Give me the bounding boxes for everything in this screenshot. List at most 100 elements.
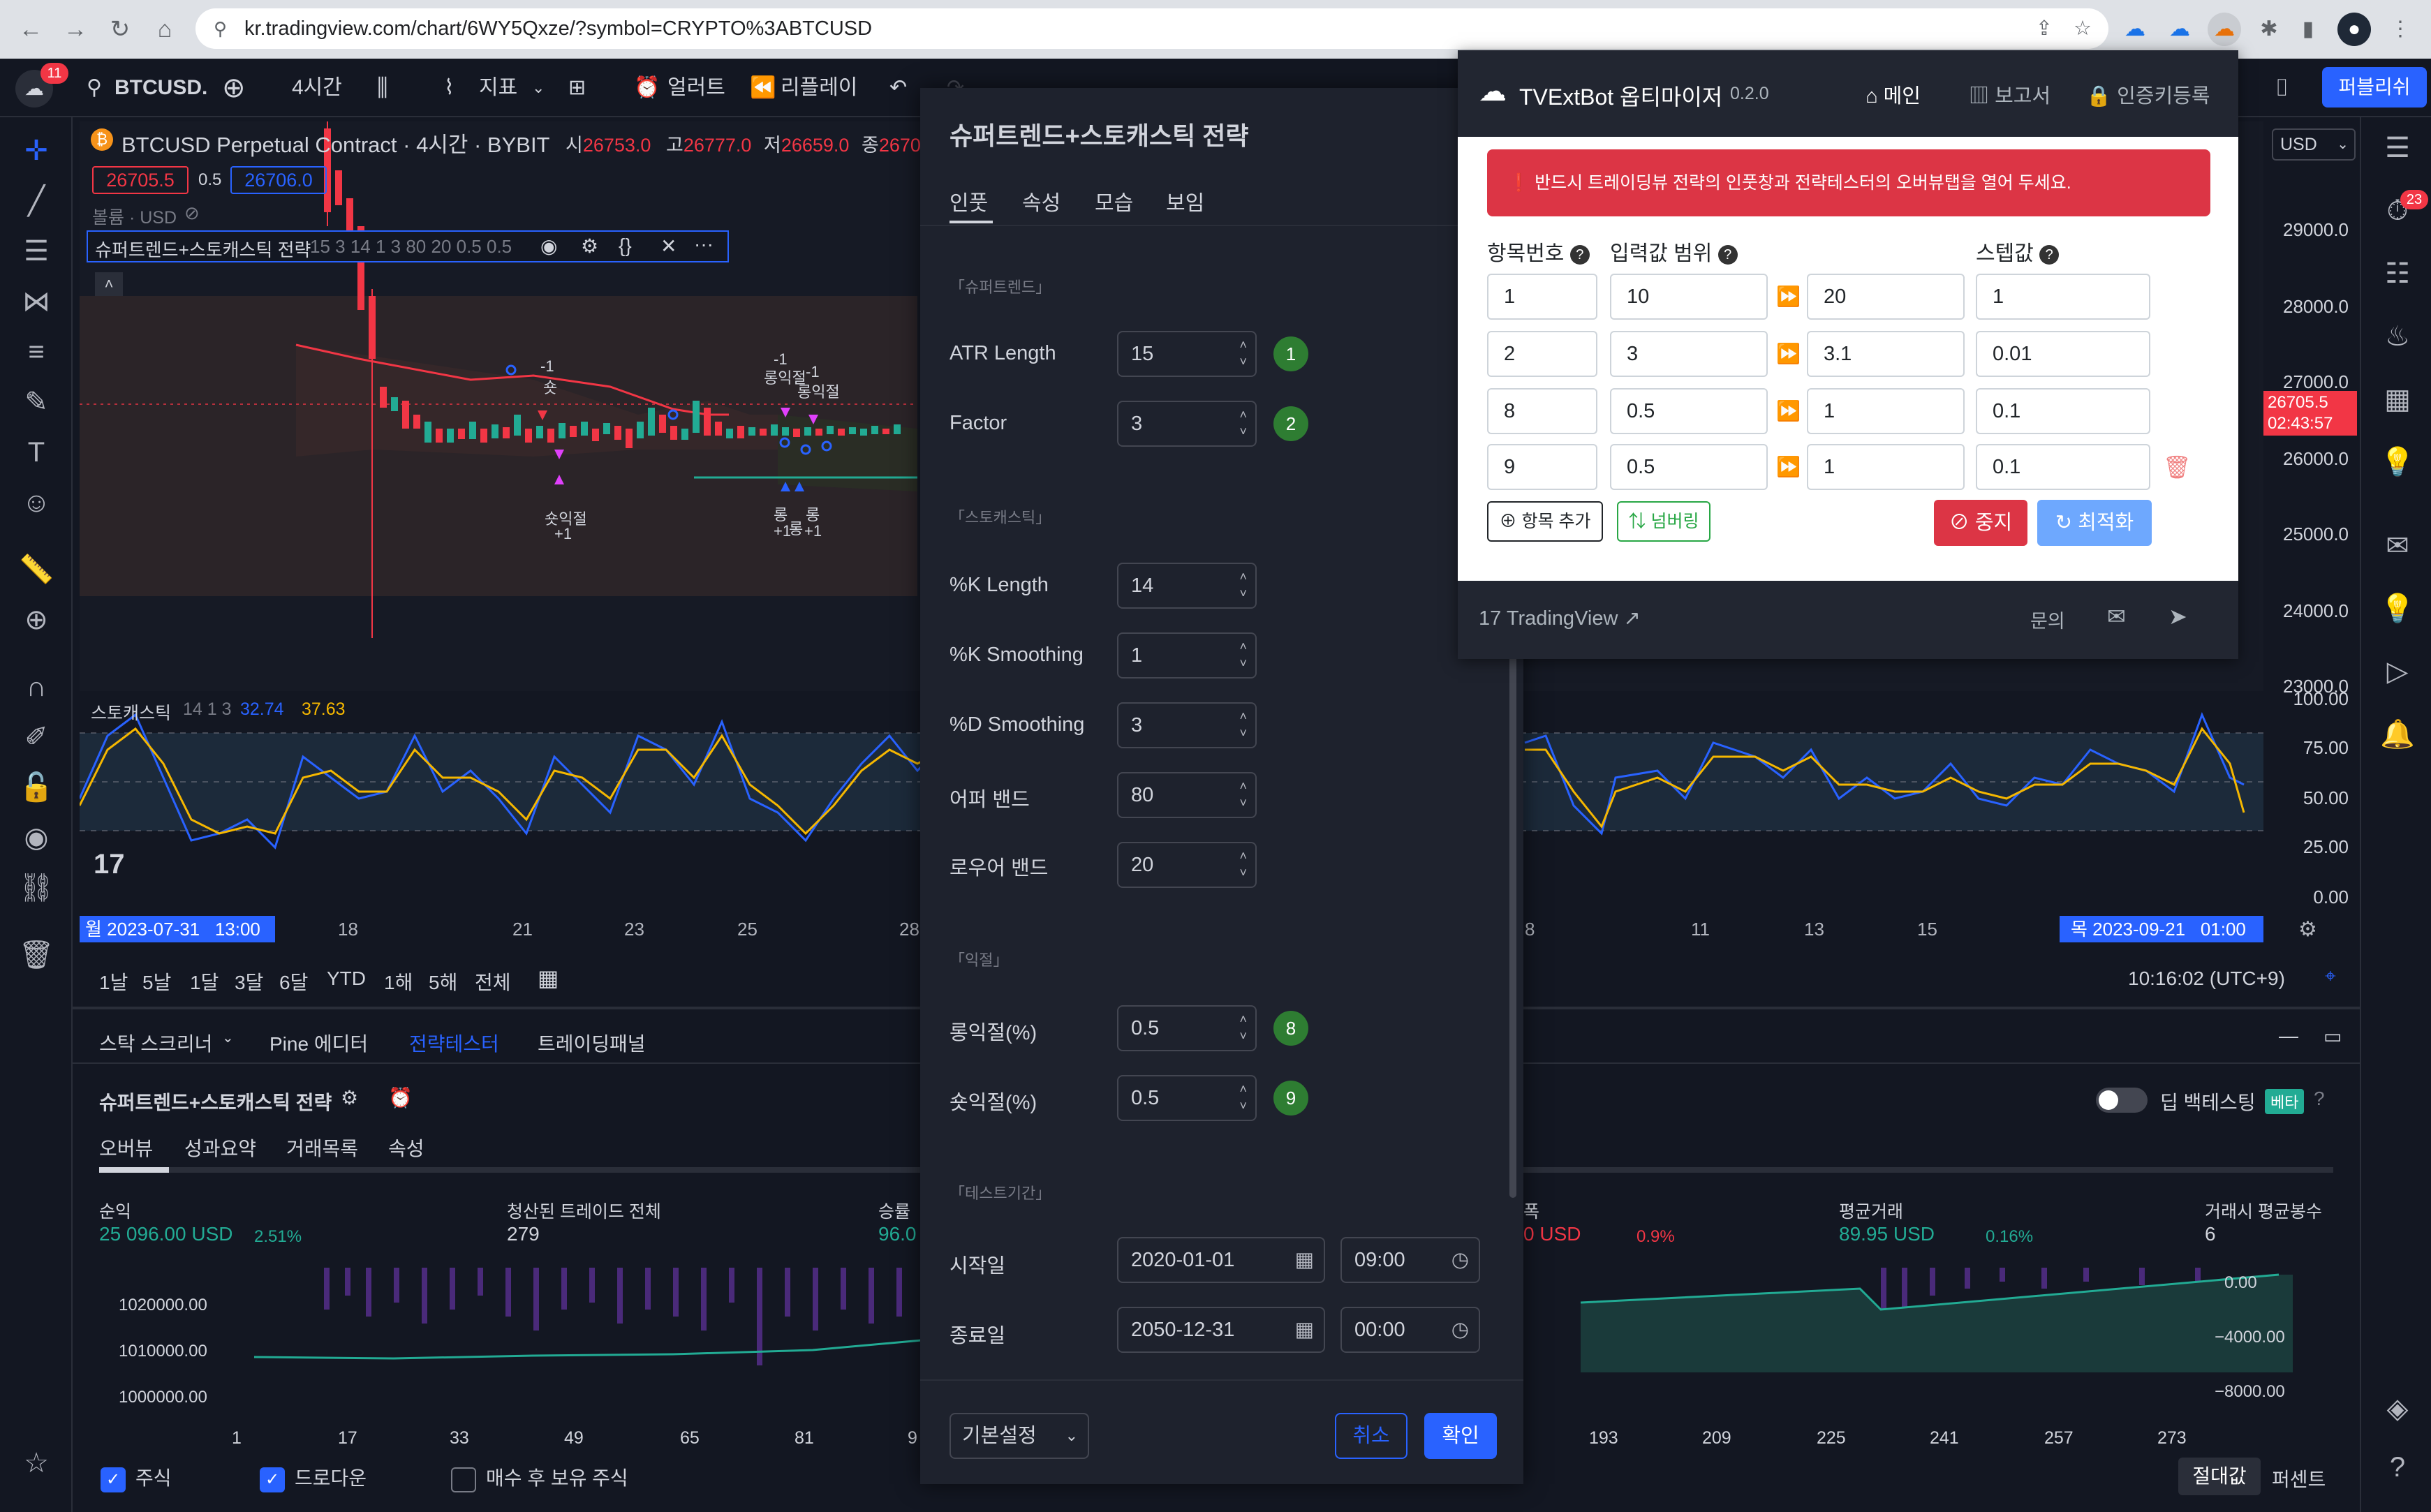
telegram-icon[interactable]: ➤ bbox=[2168, 603, 2187, 630]
data-window-icon[interactable]: ☷ bbox=[2377, 253, 2418, 295]
trash-icon[interactable]: 🗑 bbox=[17, 935, 56, 974]
end-date-input[interactable]: 2050-12-31 ▦ bbox=[1117, 1307, 1325, 1353]
range-1y[interactable]: 1해 bbox=[384, 968, 413, 995]
range-1m[interactable]: 1달 bbox=[190, 968, 219, 995]
strategy-settings-gear-icon-2[interactable]: ⚙ bbox=[341, 1086, 358, 1109]
end-time-input[interactable]: 00:00 ◷ bbox=[1340, 1307, 1480, 1353]
nav-main[interactable]: ⌂ 메인 bbox=[1865, 80, 1921, 109]
zoom-icon[interactable]: ⊕ bbox=[17, 600, 56, 639]
nav-license[interactable]: 🔒 인증키등록 bbox=[2086, 80, 2210, 109]
address-bar[interactable]: ⚲ kr.tradingview.com/chart/6WY5Qxze/?sym… bbox=[195, 8, 2108, 49]
link-icon[interactable]: ⛓ bbox=[17, 868, 56, 907]
eye-icon[interactable]: ◉ bbox=[17, 818, 56, 857]
tab-trading-panel[interactable]: 트레이딩패널 bbox=[538, 1029, 646, 1057]
deep-backtest-toggle[interactable] bbox=[2096, 1088, 2148, 1113]
adjust-icon[interactable]: ⌖ bbox=[2325, 965, 2336, 988]
range-5d[interactable]: 5날 bbox=[142, 968, 171, 995]
extension-cloud-icon-2[interactable]: ☁ bbox=[2163, 13, 2196, 46]
lock-icon[interactable]: 🔓 bbox=[17, 768, 56, 807]
ok-button[interactable]: 확인 bbox=[1424, 1413, 1497, 1459]
row3-step-input[interactable]: 0.1 bbox=[1976, 388, 2150, 434]
mail-icon[interactable]: ✉ bbox=[2107, 603, 2126, 630]
cancel-button[interactable]: 취소 bbox=[1335, 1413, 1407, 1459]
tab-stock-screener[interactable]: 스탁 스크리너 bbox=[99, 1029, 212, 1057]
row4-item-input[interactable]: 9 bbox=[1487, 444, 1597, 490]
screener-chevron-down-icon[interactable]: ⌄ bbox=[222, 1029, 234, 1046]
streams-play-icon[interactable]: ▷ bbox=[2377, 651, 2418, 692]
range-ytd[interactable]: YTD bbox=[327, 968, 366, 990]
row3-item-input[interactable]: 8 bbox=[1487, 388, 1597, 434]
strategy-more-icon[interactable]: ··· bbox=[694, 233, 714, 255]
alert-clock-icon[interactable]: ⏰ bbox=[634, 71, 660, 105]
layout-templates-icon[interactable]: ⊞ bbox=[568, 71, 586, 105]
indicators-button[interactable]: 지표 bbox=[479, 71, 517, 105]
subtab-properties[interactable]: 속성 bbox=[388, 1134, 424, 1162]
layers-icon[interactable]: ◈ bbox=[2377, 1388, 2418, 1430]
upper-band-input[interactable]: 80 ˄ ˅ bbox=[1117, 772, 1257, 818]
strategy-settings-gear-icon[interactable]: ⚙ bbox=[581, 235, 598, 258]
k-smoothing-input[interactable]: 1 ˄ ˅ bbox=[1117, 632, 1257, 679]
forward-icon[interactable]: → bbox=[56, 10, 95, 49]
menu-dots-icon[interactable]: ⋮ bbox=[2384, 13, 2417, 46]
delete-row-trash-icon[interactable]: 🗑 bbox=[2163, 454, 2192, 480]
row4-step-input[interactable]: 0.1 bbox=[1976, 444, 2150, 490]
emoji-icon[interactable]: ☺ bbox=[17, 483, 56, 522]
legend-buyhold-checkbox[interactable]: 매수 후 보유 주식 bbox=[451, 1463, 628, 1492]
absolute-value-button[interactable]: 절대값 bbox=[2178, 1458, 2261, 1495]
scale-settings-gear-icon[interactable]: ⚙ bbox=[2298, 917, 2317, 942]
extension-cloud-icon[interactable]: ☁ bbox=[2118, 13, 2152, 46]
k-length-input[interactable]: 14 ˄ ˅ bbox=[1117, 563, 1257, 609]
volume-hidden-eye-icon[interactable]: ⊘ bbox=[184, 202, 200, 224]
subtab-performance[interactable]: 성과요약 bbox=[184, 1134, 256, 1162]
currency-select[interactable]: USD ⌄ bbox=[2272, 128, 2356, 161]
stoch-legend-name[interactable]: 스토캐스틱 bbox=[91, 699, 171, 725]
stop-button[interactable]: ⊘ 중지 bbox=[1934, 500, 2027, 546]
range-1d[interactable]: 1날 bbox=[99, 968, 128, 995]
compare-add-icon[interactable]: ⊕ bbox=[222, 71, 246, 105]
strategy-source-code-icon[interactable]: {} bbox=[619, 235, 632, 257]
percent-button[interactable]: 퍼센트 bbox=[2272, 1465, 2326, 1492]
crosshair-icon[interactable]: ✛ bbox=[17, 131, 56, 170]
clock-icon[interactable]: ◷ bbox=[1451, 1308, 1469, 1351]
help-question-icon[interactable]: ? bbox=[2314, 1088, 2325, 1110]
row1-item-input[interactable]: 1 bbox=[1487, 274, 1597, 320]
undo-icon[interactable]: ↶ bbox=[889, 71, 907, 105]
range-5y[interactable]: 5해 bbox=[429, 968, 457, 995]
pencil-lock-icon[interactable]: ✐ bbox=[17, 718, 56, 757]
sidepanel-icon[interactable]: ▮ bbox=[2291, 13, 2325, 46]
extensions-puzzle-icon[interactable]: ✱ bbox=[2252, 13, 2286, 46]
row2-min-input[interactable]: 3 bbox=[1610, 331, 1768, 377]
optimize-button[interactable]: ↻ 최적화 bbox=[2037, 500, 2152, 546]
symbol-legend-title[interactable]: BTCUSD Perpetual Contract · 4시간 · BYBIT bbox=[121, 127, 550, 158]
strategy-remove-close-icon[interactable]: ✕ bbox=[660, 235, 677, 258]
start-time-input[interactable]: 09:00 ◷ bbox=[1340, 1237, 1480, 1283]
indicators-chart-icon[interactable]: ⌇ bbox=[444, 71, 455, 105]
back-icon[interactable]: ← bbox=[11, 10, 50, 49]
dialog-tab-style[interactable]: 모습 bbox=[1095, 186, 1133, 216]
range-6m[interactable]: 6달 bbox=[279, 968, 308, 995]
long-tp-input[interactable]: 0.5 ˄ ˅ bbox=[1117, 1005, 1257, 1051]
subtab-trades[interactable]: 거래목록 bbox=[286, 1134, 358, 1162]
clock-timezone[interactable]: 10:16:02 (UTC+9) bbox=[2128, 968, 2285, 990]
share-icon[interactable]: ⇪ bbox=[2036, 8, 2053, 49]
row3-max-input[interactable]: 1 bbox=[1807, 388, 1965, 434]
idea-streams-icon[interactable]: 💡 bbox=[2377, 588, 2418, 630]
strategy-legend-row[interactable]: 슈퍼트렌드+스토캐스틱 전략 15 3 14 1 3 80 20 0.5 0.5… bbox=[87, 230, 729, 262]
watchlist-icon[interactable]: ☰ bbox=[2377, 127, 2418, 169]
short-tp-input[interactable]: 0.5 ˄ ˅ bbox=[1117, 1075, 1257, 1121]
publish-button[interactable]: 퍼블리쉬 bbox=[2322, 67, 2427, 108]
legend-drawdown-checkbox[interactable]: ✓ 드로다운 bbox=[260, 1463, 367, 1492]
price-scale[interactable]: USD ⌄ 29000.0 28000.0 27000.0 26000.0 250… bbox=[2263, 121, 2360, 941]
tab-pine-editor[interactable]: Pine 에디터 bbox=[269, 1029, 368, 1057]
add-item-button[interactable]: ⊕ 항목 추가 bbox=[1487, 501, 1603, 542]
home-icon[interactable]: ⌂ bbox=[145, 10, 184, 49]
notifications-bell-icon[interactable]: 🔔 bbox=[2377, 713, 2418, 755]
pattern-icon[interactable]: ⋈ bbox=[17, 282, 56, 321]
row4-min-input[interactable]: 0.5 bbox=[1610, 444, 1768, 490]
bookmark-star-icon[interactable]: ☆ bbox=[2074, 8, 2092, 49]
legend-equity-checkbox[interactable]: ✓ 주식 bbox=[101, 1463, 172, 1492]
chart-type-candles-icon[interactable]: ⫼ bbox=[377, 71, 388, 105]
maximize-panel-icon[interactable]: ▭ bbox=[2323, 1025, 2342, 1048]
extension-tvextbot-icon[interactable]: ☁ bbox=[2208, 13, 2241, 46]
tradingview-link[interactable]: 17 TradingView ↗ bbox=[1479, 606, 1641, 630]
